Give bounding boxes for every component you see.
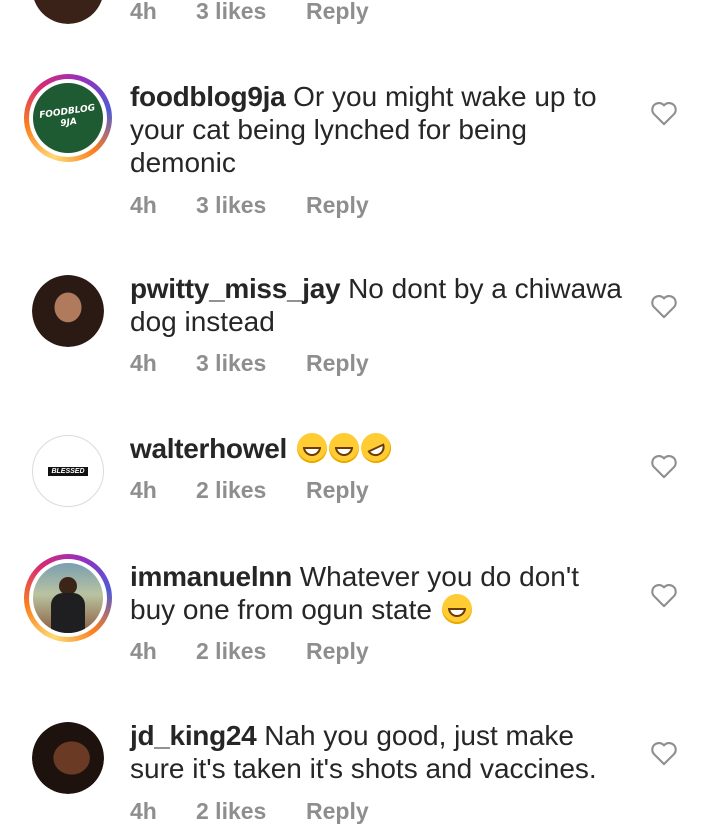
comment-body: foodblog9ja Or you might wake up to your… [130,80,630,179]
reply-button[interactable]: Reply [306,192,369,219]
comment-likes[interactable]: 2 likes [196,798,266,825]
rofl-emoji [355,428,396,468]
heart-outline-icon[interactable] [650,740,678,766]
heart-outline-icon[interactable] [650,582,678,608]
comment-username[interactable]: jd_king24 [130,720,257,751]
reply-button[interactable]: Reply [306,798,369,825]
reply-button[interactable]: Reply [306,350,369,377]
reply-button[interactable]: Reply [306,477,369,504]
comment-time: 4h [130,477,157,503]
comment-body: walterhowel [130,428,630,468]
avatar-logo-text: BLESSED [48,466,88,476]
avatar[interactable] [32,0,104,24]
comment-username[interactable]: pwitty_miss_jay [130,273,341,304]
comment-body: immanuelnn Whatever you do don't buy one… [130,560,630,626]
grin-squint-emoji [296,433,327,463]
heart-outline-icon[interactable] [650,293,678,319]
comment-username[interactable]: walterhowel [130,433,287,464]
avatar-logo-text: FOODBLOG 9JA [38,103,96,130]
grin-squint-emoji [328,433,359,463]
comment-likes[interactable]: 3 likes [196,350,266,377]
comment-likes[interactable]: 2 likes [196,638,266,665]
avatar[interactable]: FOODBLOG 9JA [24,74,112,162]
reply-button[interactable]: Reply [306,0,369,25]
comment-body: pwitty_miss_jay No dont by a chiwawa dog… [130,272,630,338]
comment-username[interactable]: foodblog9ja [130,81,286,112]
heart-outline-icon[interactable] [650,100,678,126]
comment-time: 4h [130,798,157,824]
comment-likes[interactable]: 3 likes [196,192,266,219]
comment-body: jd_king24 Nah you good, just make sure i… [130,719,630,785]
reply-button[interactable]: Reply [306,638,369,665]
comment-time: 4h [130,638,157,664]
comment-time: 4h [130,192,157,218]
comment-likes[interactable]: 3 likes [196,0,266,25]
comment-username[interactable]: immanuelnn [130,561,292,592]
heart-outline-icon[interactable] [650,453,678,479]
avatar[interactable] [32,275,104,347]
grin-squint-emoji [441,594,472,624]
comment-likes[interactable]: 2 likes [196,477,266,504]
avatar[interactable]: BLESSED [32,435,104,507]
comment-time: 4h [130,0,157,24]
avatar[interactable] [32,722,104,794]
comment-time: 4h [130,350,157,376]
avatar[interactable] [24,554,112,642]
